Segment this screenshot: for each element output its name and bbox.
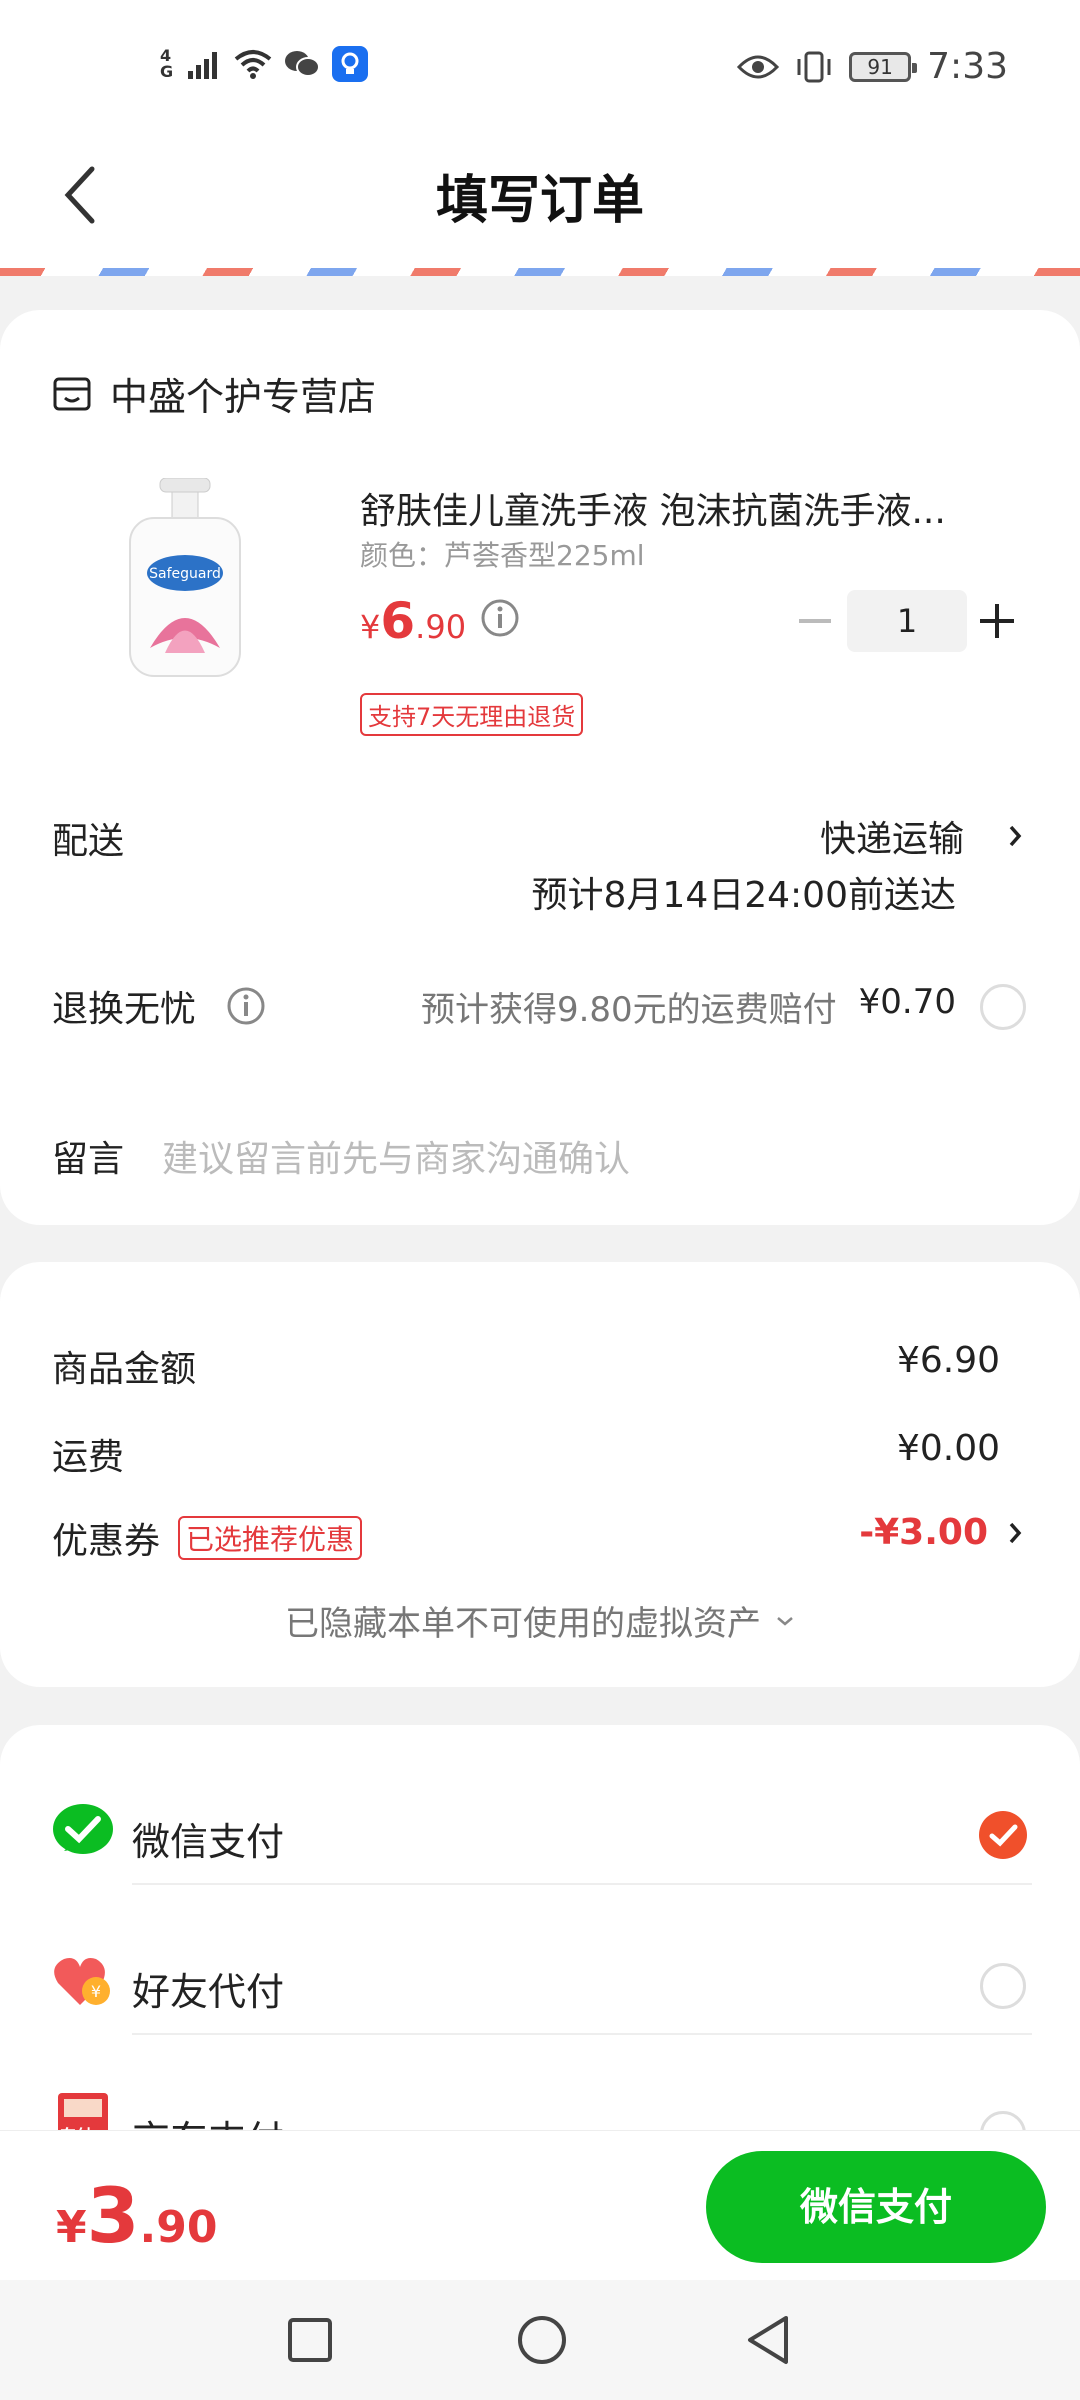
return-insurance-radio[interactable] (980, 984, 1026, 1030)
divider (132, 1883, 1032, 1885)
eye-icon (737, 55, 780, 78)
coupon-tag: 已选推荐优惠 (178, 1516, 363, 1560)
store-icon (53, 377, 91, 410)
hidden-assets-toggle[interactable]: 已隐藏本单不可使用的虚拟资产 (0, 1596, 1080, 1645)
return-insurance-label: 退换无忧 (52, 989, 197, 1030)
order-card: 中盛个护专营店 Safeguard 舒肤佳儿童洗手液 泡沫抗菌洗手液... 颜色… (0, 310, 1080, 1225)
header: 填写订单 (0, 130, 1080, 260)
pay-button[interactable]: 微信支付 (706, 2151, 1046, 2263)
payment-option-wechat[interactable]: 微信支付 (0, 1783, 1080, 1883)
coupon-value-row[interactable]: -¥3.00 (859, 1512, 1022, 1553)
return-insurance-price: ¥0.70 (858, 982, 956, 1022)
summary-card: 商品金额 ¥6.90 运费 ¥0.00 优惠券 已选推荐优惠 -¥3.00 已隐… (0, 1262, 1080, 1687)
checkout-bar: ¥ 3 .90 微信支付 (0, 2130, 1080, 2280)
price-dec: .90 (415, 608, 467, 646)
soap-bottle-icon: Safeguard (129, 477, 241, 677)
message-label: 留言 (52, 1139, 125, 1180)
total-price: ¥ 3 .90 (56, 2171, 217, 2260)
svg-text:¥: ¥ (91, 1982, 101, 2001)
bulb-notify-icon (332, 46, 368, 82)
increase-button[interactable] (969, 590, 1025, 652)
coupon-row[interactable]: 优惠券 已选推荐优惠 (52, 1512, 363, 1564)
coupon-label: 优惠券 (52, 1521, 161, 1562)
hidden-assets-text: 已隐藏本单不可使用的虚拟资产 (285, 1604, 761, 1644)
system-nav-bar (0, 2280, 1080, 2400)
signal-icon (188, 52, 217, 79)
product-name[interactable]: 舒肤佳儿童洗手液 泡沫抗菌洗手液... (360, 482, 946, 534)
svg-text:Safeguard: Safeguard (149, 566, 221, 582)
minus-icon (799, 619, 831, 623)
price-symbol: ¥ (360, 608, 381, 646)
store-name: 中盛个护专营店 (110, 375, 377, 419)
return-insurance-row: 退换无忧 (52, 980, 266, 1032)
product-image[interactable]: Safeguard (120, 477, 250, 678)
decrease-button[interactable] (785, 590, 845, 652)
price-int: 6 (380, 592, 416, 650)
goods-amount-value: ¥6.90 (896, 1340, 1000, 1381)
info-icon[interactable] (226, 986, 266, 1026)
battery-icon: 91 (849, 51, 918, 82)
payment-option-friend[interactable]: ¥ 好友代付 (0, 1935, 1080, 2035)
status-bar: 4G 91 7:33 (0, 0, 1080, 130)
total-symbol: ¥ (56, 2202, 87, 2253)
delivery-method: 快递运输 (819, 819, 964, 860)
shipping-value: ¥0.00 (896, 1428, 1000, 1469)
network-label: 4G (160, 46, 174, 81)
return-insurance-detail: 预计获得9.80元的运费赔付 ¥0.70 (421, 982, 956, 1031)
status-time: 7:33 (927, 46, 1008, 87)
home-icon[interactable] (516, 2314, 568, 2366)
quantity-field[interactable]: 1 (847, 590, 967, 652)
heart-pay-icon: ¥ (54, 1958, 110, 2005)
chevron-down-icon (777, 1616, 793, 1626)
goods-amount-label: 商品金额 (52, 1349, 197, 1390)
chevron-right-icon (1009, 1522, 1022, 1543)
total-int: 3 (86, 2171, 140, 2260)
return-insurance-desc: 预计获得9.80元的运费赔付 (420, 990, 837, 1030)
delivery-eta: 预计8月14日24:00前送达 (531, 875, 956, 916)
payment-label-friend: 好友代付 (132, 1970, 285, 2014)
wechat-notify-icon (285, 51, 320, 77)
product-spec[interactable]: 颜色：芦荟香型225ml (360, 534, 645, 574)
total-dec: .90 (139, 2202, 218, 2253)
payment-radio-friend[interactable] (980, 1963, 1026, 2009)
chevron-right-icon (1009, 825, 1022, 847)
vibrate-icon (797, 51, 831, 82)
recent-apps-icon[interactable] (286, 2316, 334, 2364)
checked-icon[interactable] (978, 1810, 1028, 1860)
status-right: 91 7:33 (737, 46, 1008, 87)
delivery-label: 配送 (52, 821, 125, 862)
coupon-value: -¥3.00 (859, 1512, 988, 1553)
payment-label-wechat: 微信支付 (132, 1820, 285, 1864)
wechat-pay-icon (53, 1804, 113, 1854)
info-icon[interactable] (480, 598, 520, 638)
shipping-label: 运费 (52, 1437, 125, 1478)
return-policy-badge: 支持7天无理由退货 (360, 693, 584, 736)
delivery-row[interactable]: 快递运输 (820, 810, 1022, 862)
product-price: ¥ 6 .90 (360, 592, 466, 650)
message-input[interactable]: 建议留言前先与商家沟通确认 (162, 1130, 1022, 1182)
status-left: 4G (160, 46, 368, 82)
divider (132, 2033, 1032, 2035)
wifi-icon (234, 50, 272, 79)
store-row[interactable]: 中盛个护专营店 (52, 366, 376, 421)
page-title: 填写订单 (435, 171, 644, 231)
quantity-stepper: 1 (785, 590, 1025, 652)
plus-icon (980, 604, 1014, 638)
back-nav-icon[interactable] (744, 2314, 792, 2366)
